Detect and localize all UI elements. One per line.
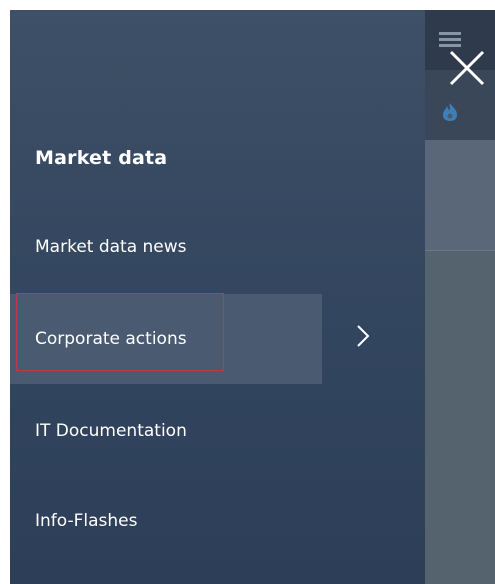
section-title: Market data (35, 147, 168, 169)
background-content (425, 251, 495, 584)
menu-item-label: Market data news (35, 237, 187, 257)
screen: Market data Market data news Corporate a… (0, 0, 495, 584)
menu-item-label: IT Documentation (35, 421, 187, 441)
menu-item-info-flashes[interactable]: Info-Flashes (10, 476, 322, 566)
chevron-right-icon[interactable] (354, 323, 372, 349)
flame-logo-icon (443, 103, 457, 121)
hamburger-menu-icon (439, 32, 461, 48)
menu-item-market-data-news[interactable]: Market data news (10, 203, 322, 293)
menu-item-label: Info-Flashes (35, 511, 138, 531)
close-icon[interactable] (447, 48, 487, 88)
menu-item-it-documentation[interactable]: IT Documentation (10, 385, 322, 475)
menu-item-label: Corporate actions (35, 329, 187, 349)
flyout-menu: Market data Market data news Corporate a… (10, 10, 425, 584)
background-band (425, 140, 495, 251)
background-page (425, 10, 495, 584)
menu-item-corporate-actions[interactable]: Corporate actions (10, 294, 322, 384)
